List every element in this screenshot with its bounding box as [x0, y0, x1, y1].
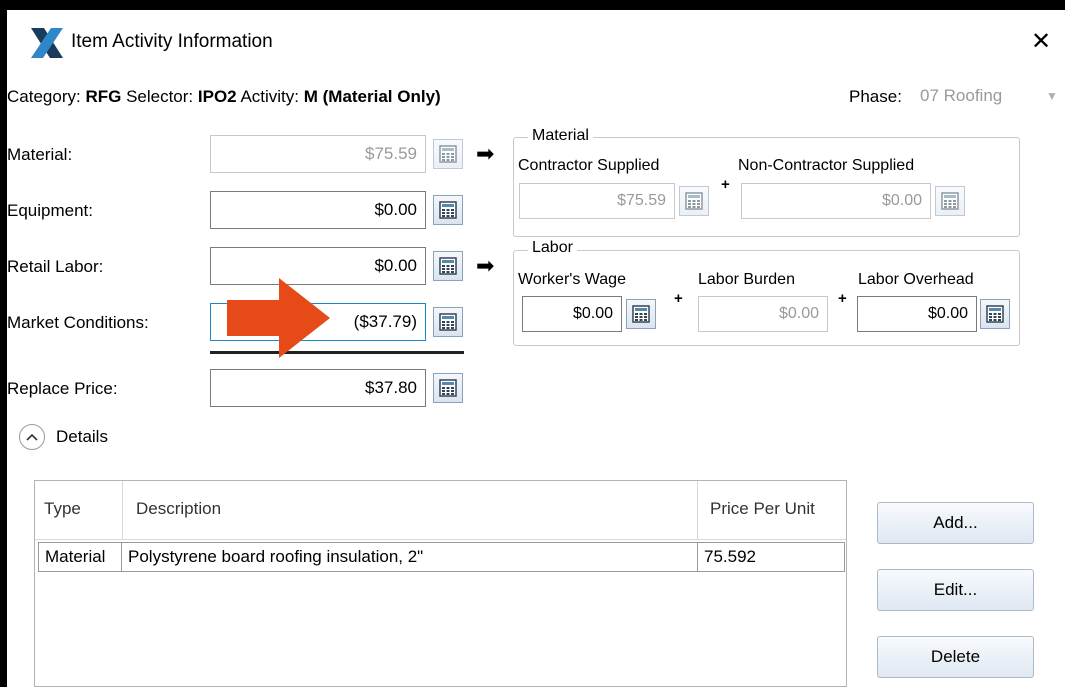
- column-header-description[interactable]: Description: [136, 499, 221, 519]
- cell-description[interactable]: Polystyrene board roofing insulation, 2": [121, 542, 698, 572]
- close-icon[interactable]: ✕: [1031, 27, 1051, 56]
- delete-button[interactable]: Delete: [877, 636, 1034, 678]
- chevron-up-icon: [19, 424, 45, 450]
- workers-wage-field[interactable]: $0.00: [522, 296, 622, 332]
- activity-value: M (Material Only): [303, 87, 441, 106]
- material-group-legend: Material: [528, 127, 593, 145]
- edit-button[interactable]: Edit...: [877, 569, 1034, 611]
- phase-label: Phase:: [849, 87, 902, 106]
- non-contractor-supplied-label: Non-Contractor Supplied: [738, 157, 915, 174]
- replace-price-field[interactable]: $37.80: [210, 369, 426, 407]
- replace-price-calculator-icon[interactable]: [433, 373, 463, 403]
- equipment-calculator-icon[interactable]: [433, 195, 463, 225]
- phase-value: 07 Roofing: [920, 86, 1003, 105]
- selector-value: IPO2: [197, 87, 237, 106]
- column-header-price-per-unit[interactable]: Price Per Unit: [710, 499, 815, 519]
- plus-icon: +: [721, 176, 730, 193]
- non-contractor-supplied-field: $0.00: [741, 183, 931, 219]
- app-logo-icon: [31, 28, 63, 58]
- contractor-supplied-label: Contractor Supplied: [518, 157, 660, 174]
- header-divider: [35, 539, 846, 540]
- equipment-field[interactable]: $0.00: [210, 191, 426, 229]
- material-field: $75.59: [210, 135, 426, 173]
- details-label: Details: [56, 427, 108, 446]
- column-divider: [697, 481, 698, 539]
- column-divider: [122, 481, 123, 539]
- equipment-label: Equipment:: [7, 201, 93, 220]
- retail-labor-label: Retail Labor:: [7, 257, 104, 276]
- labor-arrow-icon: ➡: [476, 253, 495, 278]
- workers-wage-label: Worker's Wage: [518, 271, 626, 288]
- material-label: Material:: [7, 145, 73, 164]
- labor-overhead-calculator-icon[interactable]: [980, 299, 1010, 329]
- labor-burden-field: $0.00: [698, 296, 828, 332]
- category-value: RFG: [85, 87, 122, 106]
- contractor-supplied-calculator-icon: [679, 186, 709, 216]
- contractor-supplied-field: $75.59: [519, 183, 675, 219]
- material-arrow-icon: ➡: [476, 141, 495, 166]
- labor-group-legend: Labor: [528, 239, 577, 257]
- activity-label: Activity:: [240, 87, 299, 106]
- market-conditions-calculator-icon[interactable]: [433, 307, 463, 337]
- details-table: Type Description Price Per Unit Material…: [34, 480, 847, 687]
- material-calculator-icon: [433, 139, 463, 169]
- dialog-window: Item Activity Information ✕ Category: RF…: [7, 10, 1065, 687]
- window-title: Item Activity Information: [71, 31, 273, 52]
- header-info: Category: RFG Selector: IPO2 Activity: M…: [7, 87, 441, 107]
- cell-price-per-unit[interactable]: 75.592: [697, 542, 845, 572]
- labor-overhead-field[interactable]: $0.00: [857, 296, 977, 332]
- non-contractor-supplied-calculator-icon: [935, 186, 965, 216]
- category-label: Category:: [7, 87, 81, 106]
- labor-burden-label: Labor Burden: [698, 271, 795, 288]
- selector-label: Selector:: [126, 87, 194, 106]
- retail-labor-calculator-icon[interactable]: [433, 251, 463, 281]
- replace-price-label: Replace Price:: [7, 379, 118, 398]
- workers-wage-calculator-icon[interactable]: [626, 299, 656, 329]
- plus-icon: +: [838, 290, 847, 307]
- details-toggle[interactable]: Details: [19, 423, 159, 453]
- add-button[interactable]: Add...: [877, 502, 1034, 544]
- phase-select[interactable]: 07 Roofing ▼: [916, 82, 1065, 110]
- annotation-arrow-icon: [227, 278, 330, 358]
- column-header-type[interactable]: Type: [44, 499, 81, 519]
- cell-type[interactable]: Material: [38, 542, 122, 572]
- plus-icon: +: [674, 290, 683, 307]
- market-conditions-label: Market Conditions:: [7, 313, 149, 332]
- chevron-down-icon: ▼: [1046, 89, 1058, 103]
- labor-overhead-label: Labor Overhead: [858, 271, 974, 288]
